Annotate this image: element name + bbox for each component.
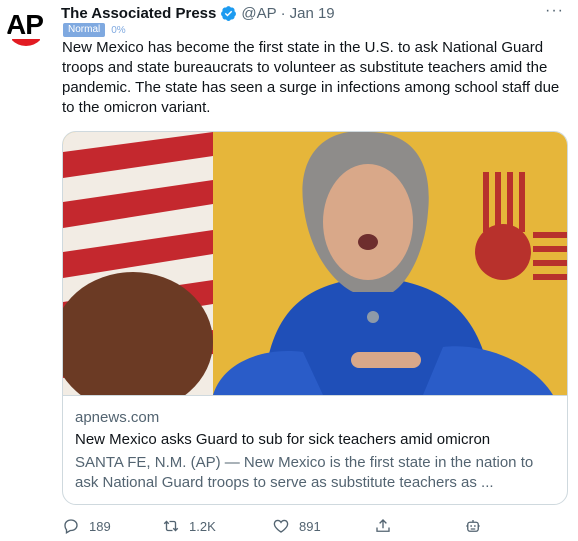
reply-icon [64,519,78,534]
tweet-date[interactable]: Jan 19 [290,5,335,22]
badge-row: Normal 0% [63,23,126,37]
card-description: SANTA FE, N.M. (AP) — New Mexico is the … [75,454,534,491]
robot-icon [466,520,480,532]
ap-logo-arc [12,39,40,46]
bot-extension-button[interactable] [464,517,482,535]
author-avatar[interactable]: AP [6,6,46,46]
normal-badge: Normal [63,23,106,37]
heart-icon [273,519,289,533]
retweet-icon [163,520,179,532]
reply-count: 189 [89,518,111,534]
retweet-button[interactable]: 1.2K [162,517,216,535]
author-handle[interactable]: @AP [241,5,276,22]
author-name[interactable]: The Associated Press [61,5,216,22]
tweet-actions: 189 1.2K 891 [62,517,502,539]
card-title: New Mexico asks Guard to sub for sick te… [75,431,491,448]
card-image[interactable] [63,132,567,396]
verified-badge-icon [221,5,237,21]
share-icon [376,519,390,532]
ap-logo: AP [6,9,44,40]
like-count: 891 [299,518,321,534]
retweet-count: 1.2K [189,518,216,534]
like-button[interactable]: 891 [272,517,321,535]
badge-percent: 0% [111,24,126,36]
more-icon[interactable]: ··· [545,2,564,20]
separator-dot: · [280,4,286,22]
tweet-header: The Associated Press @AP · Jan 19 [61,3,335,23]
link-card[interactable]: apnews.com New Mexico asks Guard to sub … [62,131,568,505]
share-button[interactable] [374,517,392,535]
reply-button[interactable]: 189 [62,517,111,535]
card-domain: apnews.com [75,409,160,426]
tweet-text: New Mexico has become the first state in… [62,39,560,116]
